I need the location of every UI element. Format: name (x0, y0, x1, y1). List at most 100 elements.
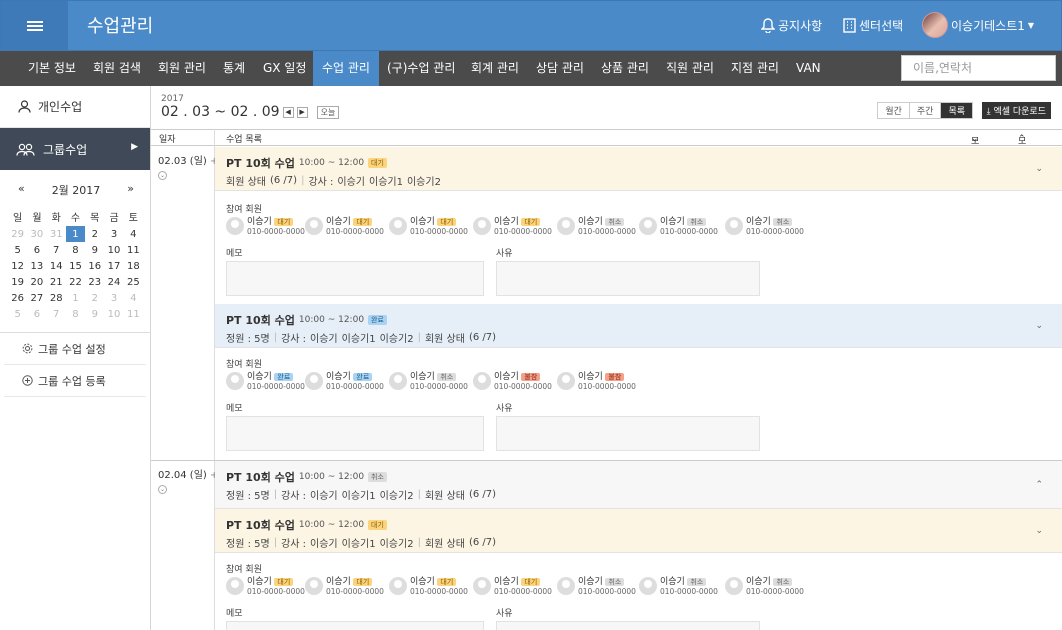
calendar-day[interactable]: 5 (8, 306, 27, 322)
chevron-down-icon[interactable]: ⌄ (1035, 526, 1043, 536)
member-item[interactable]: 이승기 취소 010-0000-0000 (389, 372, 468, 392)
calendar-day[interactable]: 19 (8, 274, 27, 290)
class-card-header[interactable]: PT 10회 수업 10:00 ~ 12:00 취소 정원 : 5명 | 강사 : 이승기… (215, 461, 1062, 509)
member-item[interactable]: 이승기 완료 010-0000-0000 (305, 372, 384, 392)
reason-field[interactable] (496, 621, 760, 630)
memo-field[interactable] (226, 621, 484, 630)
member-item[interactable]: 이승기 취소 010-0000-0000 (639, 217, 718, 237)
sidebar-item-personal[interactable]: 개인수업 (0, 86, 150, 128)
calendar-day[interactable]: 13 (27, 258, 46, 274)
nav-item-van[interactable]: VAN (796, 51, 821, 86)
chevron-down-icon[interactable]: ⌄ (1035, 321, 1043, 331)
nav-item-basic-info[interactable]: 기본 정보 (28, 51, 76, 86)
prev-week-button[interactable]: ◀ (282, 106, 294, 118)
user-menu[interactable]: 이승기테스트1 ▼ (922, 12, 1034, 38)
calendar-day[interactable]: 18 (124, 258, 143, 274)
calendar-day[interactable]: 7 (47, 306, 66, 322)
calendar-day[interactable]: 8 (66, 306, 85, 322)
reason-field[interactable] (496, 261, 760, 296)
calendar-day[interactable]: 26 (8, 290, 27, 306)
next-week-button[interactable]: ▶ (296, 106, 308, 118)
sidebar-item-group[interactable]: 그룹수업 ▶ (0, 128, 150, 170)
calendar-day[interactable]: 9 (85, 242, 104, 258)
center-select-button[interactable]: 센터선택 (843, 17, 903, 34)
chevron-up-icon[interactable]: ⌃ (1035, 480, 1043, 490)
calendar-day[interactable]: 5 (8, 242, 27, 258)
calendar-day[interactable]: 10 (104, 242, 123, 258)
calendar-day[interactable]: 12 (8, 258, 27, 274)
member-item[interactable]: 이승기 취소 010-0000-0000 (557, 577, 636, 597)
calendar-day[interactable]: 3 (104, 290, 123, 306)
calendar-day[interactable]: 6 (27, 306, 46, 322)
menu-toggle-button[interactable] (1, 1, 68, 51)
nav-item-class-manage[interactable]: 수업 관리 (313, 51, 379, 86)
view-list-button[interactable]: 목록 (941, 103, 972, 118)
class-card-header[interactable]: PT 10회 수업 10:00 ~ 12:00 완료 정원 : 5명 | 강사 : 이승기… (215, 304, 1062, 348)
calendar-day[interactable]: 28 (47, 290, 66, 306)
calendar-day[interactable]: 2 (85, 226, 104, 242)
expand-day-icon[interactable]: ⌄ (158, 171, 167, 180)
view-monthly-button[interactable]: 월간 (878, 103, 910, 118)
member-item[interactable]: 이승기 취소 010-0000-0000 (725, 577, 804, 597)
member-item[interactable]: 이승기 대기 010-0000-0000 (389, 577, 468, 597)
calendar-day[interactable]: 20 (27, 274, 46, 290)
member-item[interactable]: 이승기 대기 010-0000-0000 (305, 577, 384, 597)
group-class-settings-link[interactable]: 그룹 수업 설정 (4, 333, 146, 365)
nav-item-staff[interactable]: 직원 관리 (666, 51, 714, 86)
calendar-day[interactable]: 17 (104, 258, 123, 274)
member-item[interactable]: 이승기 대기 010-0000-0000 (226, 217, 305, 237)
member-item[interactable]: 이승기 대기 010-0000-0000 (389, 217, 468, 237)
calendar-day[interactable]: 9 (85, 306, 104, 322)
nav-item-product[interactable]: 상품 관리 (601, 51, 649, 86)
calendar-day[interactable]: 16 (85, 258, 104, 274)
member-item[interactable]: 이승기 대기 010-0000-0000 (305, 217, 384, 237)
calendar-day[interactable]: 11 (124, 306, 143, 322)
calendar-day[interactable]: 29 (8, 226, 27, 242)
calendar-day[interactable]: 15 (66, 258, 85, 274)
calendar-day[interactable]: 23 (85, 274, 104, 290)
calendar-day[interactable]: 31 (47, 226, 66, 242)
calendar-day[interactable]: 6 (27, 242, 46, 258)
member-item[interactable]: 이승기 대기 010-0000-0000 (473, 577, 552, 597)
calendar-day[interactable]: 7 (47, 242, 66, 258)
search-input[interactable]: 이름,연락처 (901, 55, 1056, 81)
calendar-day-selected[interactable]: 1 (65, 226, 86, 242)
nav-item-stats[interactable]: 통계 (223, 51, 245, 86)
nav-item-member-search[interactable]: 회원 검색 (93, 51, 141, 86)
calendar-prev-button[interactable]: « (18, 182, 25, 198)
member-item[interactable]: 이승기 불참 010-0000-0000 (473, 372, 552, 392)
member-item[interactable]: 이승기 취소 010-0000-0000 (725, 217, 804, 237)
chevron-down-icon[interactable]: ⌄ (1035, 164, 1043, 174)
calendar-day[interactable]: 22 (66, 274, 85, 290)
member-item[interactable]: 이승기 완료 010-0000-0000 (226, 372, 305, 392)
nav-item-member-manage[interactable]: 회원 관리 (158, 51, 206, 86)
excel-download-button[interactable]: ⤓ 엑셀 다운로드 (981, 102, 1051, 119)
nav-item-branch[interactable]: 지점 관리 (731, 51, 779, 86)
member-item[interactable]: 이승기 대기 010-0000-0000 (226, 577, 305, 597)
calendar-day[interactable]: 2 (85, 290, 104, 306)
calendar-next-button[interactable]: » (127, 182, 134, 198)
memo-field[interactable] (226, 416, 484, 451)
member-item[interactable]: 이승기 취소 010-0000-0000 (557, 217, 636, 237)
reason-field[interactable] (496, 416, 760, 451)
class-card-header[interactable]: PT 10회 수업 10:00 ~ 12:00 대기 회원 상태 (6 /7) | 강사 … (215, 147, 1062, 191)
memo-field[interactable] (226, 261, 484, 296)
calendar-day[interactable]: 4 (124, 226, 143, 242)
calendar-day[interactable]: 27 (27, 290, 46, 306)
nav-item-old-class-manage[interactable]: (구)수업 관리 (387, 51, 455, 86)
nav-item-gx-schedule[interactable]: GX 일정 (263, 51, 306, 86)
member-item[interactable]: 이승기 대기 010-0000-0000 (473, 217, 552, 237)
calendar-day[interactable]: 14 (47, 258, 66, 274)
view-weekly-button[interactable]: 주간 (909, 103, 942, 118)
calendar-day[interactable]: 21 (47, 274, 66, 290)
member-item[interactable]: 이승기 취소 010-0000-0000 (639, 577, 718, 597)
calendar-day[interactable]: 10 (104, 306, 123, 322)
calendar-day[interactable]: 25 (124, 274, 143, 290)
nav-item-accounting[interactable]: 회계 관리 (471, 51, 519, 86)
calendar-day[interactable]: 30 (27, 226, 46, 242)
today-button[interactable]: 오늘 (316, 105, 340, 119)
nav-item-consult[interactable]: 상담 관리 (536, 51, 584, 86)
class-card-header[interactable]: PT 10회 수업 10:00 ~ 12:00 대기 정원 : 5명 | 강사 : 이승기… (215, 509, 1062, 553)
calendar-day[interactable]: 3 (104, 226, 123, 242)
calendar-day[interactable]: 1 (66, 290, 85, 306)
